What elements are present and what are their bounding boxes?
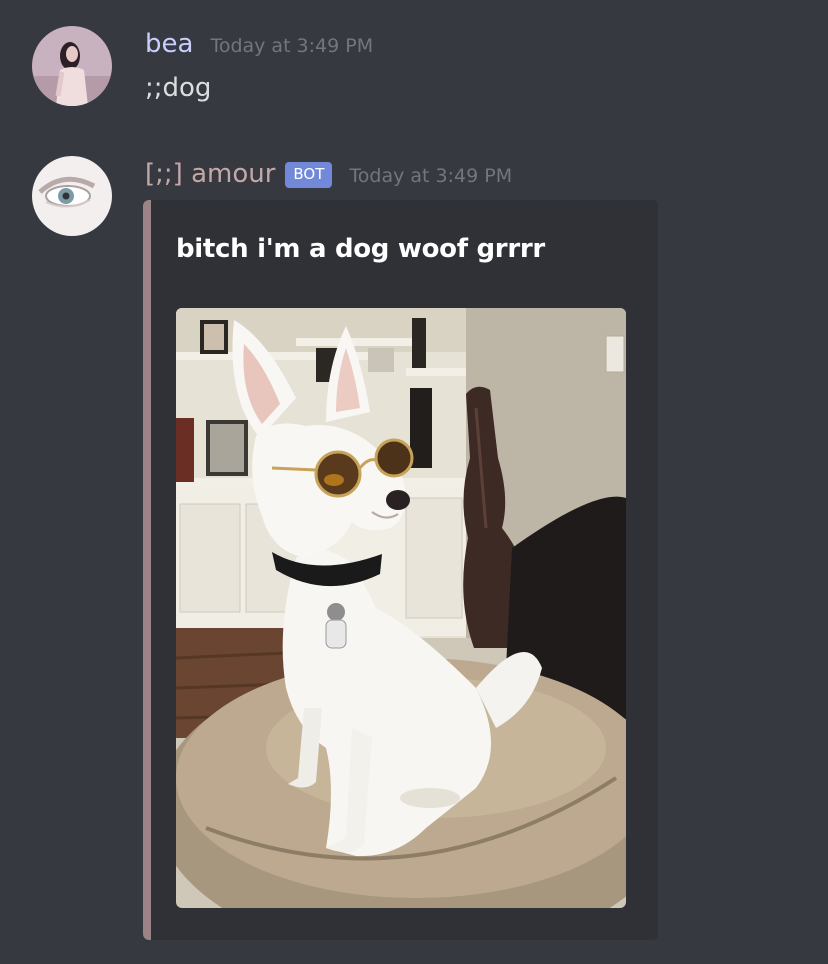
embed-title: bitch i'm a dog woof grrrr [176,234,545,264]
bot-avatar[interactable] [32,156,112,236]
message-timestamp: Today at 3:49 PM [210,35,374,57]
user-avatar[interactable] [32,26,112,106]
message-timestamp: Today at 3:49 PM [349,165,513,187]
embed-accent-bar [143,200,151,940]
embed-image[interactable] [176,308,626,908]
chat-messages: bea Today at 3:49 PM ;;dog [;;] amour BO… [0,0,828,964]
bot-name[interactable]: [;;] amour [145,158,275,190]
message-content: ;;dog [145,73,212,103]
white-dog-in-sunglasses-photo [176,308,626,908]
message-embed: bitch i'm a dog woof grrrr [143,200,658,940]
author-name[interactable]: bea [145,28,193,60]
eye-avatar-photo [32,156,112,236]
bot-badge: BOT [285,162,333,188]
user-avatar-photo [32,26,112,106]
